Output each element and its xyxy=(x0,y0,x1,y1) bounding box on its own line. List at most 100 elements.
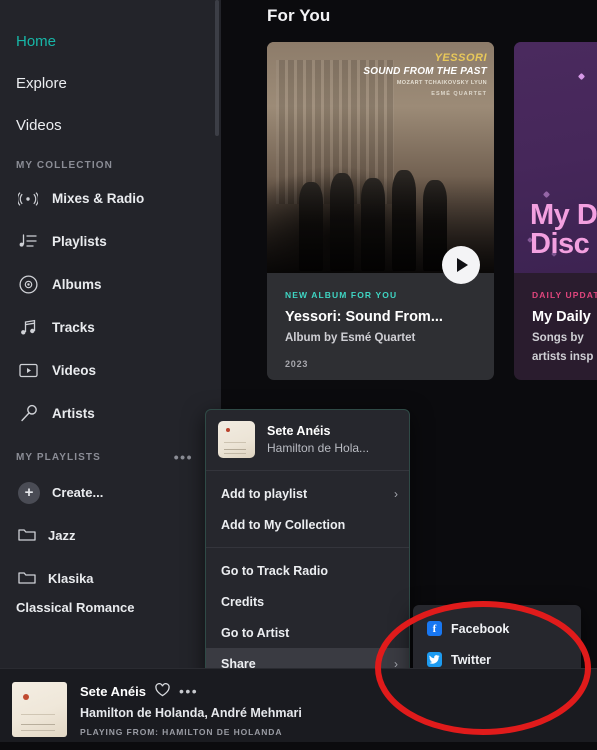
plus-circle-icon: + xyxy=(18,481,40,504)
track-context-menu: Sete Anéis Hamilton de Hola... Add to pl… xyxy=(205,409,410,680)
sidebar-item-label: Explore xyxy=(16,74,67,92)
cover-text: YESSORI SOUND FROM THE PAST MOZART TCHAI… xyxy=(363,52,487,97)
sidebar: Home Explore Videos MY COLLECTION Mixes … xyxy=(0,0,221,750)
share-item-label: Twitter xyxy=(451,652,492,667)
headline-line-2: Disc xyxy=(530,228,590,260)
disc-icon xyxy=(18,275,38,295)
sidebar-item-create-playlist[interactable]: + Create... xyxy=(0,471,221,514)
now-playing-artists: Hamilton de Holanda, André Mehmari xyxy=(80,705,302,720)
menu-item-label: Add to playlist xyxy=(221,486,308,501)
headline-line-1: My D xyxy=(530,199,597,231)
my-collection-label: MY COLLECTION xyxy=(16,160,113,171)
sidebar-item-home[interactable]: Home xyxy=(0,20,221,62)
folder-icon xyxy=(18,527,36,545)
card-eyebrow: DAILY UPDATE xyxy=(532,290,597,300)
card-title: Yessori: Sound From... xyxy=(285,309,443,325)
cover-line-1: YESSORI xyxy=(434,52,487,64)
radio-waves-icon xyxy=(18,189,38,209)
now-playing-info: Sete Anéis ••• Hamilton de Holanda, Andr… xyxy=(80,682,302,737)
menu-item-label: Add to My Collection xyxy=(221,517,346,532)
video-play-icon xyxy=(18,361,38,381)
sidebar-item-klasika[interactable]: Klasika xyxy=(0,557,221,600)
sidebar-item-label: Create... xyxy=(52,485,104,500)
card-subtitle: Album by Esmé Quartet xyxy=(285,332,416,344)
sidebar-item-label: Home xyxy=(16,32,57,50)
play-icon xyxy=(457,258,468,272)
facebook-icon: f xyxy=(427,621,442,636)
now-playing-artwork[interactable] xyxy=(12,682,67,737)
album-card-yessori[interactable]: YESSORI SOUND FROM THE PAST MOZART TCHAI… xyxy=(267,42,494,380)
album-art-thumbnail xyxy=(218,421,255,458)
share-item-label: Facebook xyxy=(451,621,510,636)
sidebar-item-artists[interactable]: Artists xyxy=(0,392,221,435)
quartet-figures xyxy=(298,169,462,271)
sidebar-scrollbar[interactable] xyxy=(215,0,219,136)
card-subtitle-2: artists insp xyxy=(532,351,594,363)
now-playing-title: Sete Anéis xyxy=(80,683,146,699)
now-playing-bar: Sete Anéis ••• Hamilton de Holanda, Andr… xyxy=(0,668,597,750)
menu-item-label: Go to Artist xyxy=(221,625,290,640)
sidebar-item-playlists[interactable]: Playlists xyxy=(0,220,221,263)
menu-item-add-to-my-collection[interactable]: Add to My Collection xyxy=(206,509,409,540)
sidebar-item-label: Jazz xyxy=(48,528,76,543)
daily-discovery-art: My D Disc xyxy=(514,42,597,273)
sidebar-item-explore[interactable]: Explore xyxy=(0,62,221,104)
my-playlists-header: MY PLAYLISTS ••• xyxy=(0,435,221,471)
context-menu-header: Sete Anéis Hamilton de Hola... xyxy=(206,410,409,470)
sparkle-icon xyxy=(542,190,551,199)
sidebar-item-jazz[interactable]: Jazz xyxy=(0,514,221,557)
folder-icon xyxy=(18,570,36,588)
card-eyebrow: NEW ALBUM FOR YOU xyxy=(285,290,398,300)
microphone-icon xyxy=(18,404,38,424)
sidebar-item-classical-romance[interactable]: Classical Romance xyxy=(0,600,221,615)
sidebar-item-tracks[interactable]: Tracks xyxy=(0,306,221,349)
menu-item-go-to-track-radio[interactable]: Go to Track Radio xyxy=(206,555,409,586)
sparkle-icon xyxy=(577,72,586,81)
chevron-right-icon: › xyxy=(394,625,398,640)
menu-item-label: Credits xyxy=(221,594,265,609)
playlist-note-icon xyxy=(18,232,38,252)
sidebar-item-videos-collection[interactable]: Videos xyxy=(0,349,221,392)
sidebar-item-label: Mixes & Radio xyxy=(52,191,145,206)
card-subtitle: Songs by xyxy=(532,332,584,344)
card-title: My Daily xyxy=(532,309,591,325)
bottom-edge xyxy=(0,742,597,750)
sidebar-item-label: Albums xyxy=(52,277,102,292)
menu-item-label: Go to Track Radio xyxy=(221,563,328,578)
music-note-icon xyxy=(18,318,38,338)
chevron-right-icon: › xyxy=(394,486,398,501)
context-track-title: Sete Anéis xyxy=(267,424,331,438)
daily-discovery-headline: My D Disc xyxy=(530,201,597,259)
sidebar-item-label: Tracks xyxy=(52,320,95,335)
playing-from-label: PLAYING FROM: HAMILTON DE HOLANDA xyxy=(80,726,283,737)
sidebar-item-label: Videos xyxy=(16,116,62,134)
more-dots-icon[interactable]: ••• xyxy=(179,683,198,699)
card-metadata: DAILY UPDATE My Daily Songs by artists i… xyxy=(514,273,597,363)
context-track-artist: Hamilton de Hola... xyxy=(267,441,370,455)
menu-item-credits[interactable]: Credits xyxy=(206,586,409,617)
menu-item-add-to-playlist[interactable]: Add to playlist › xyxy=(206,478,409,509)
album-card-my-daily-discovery[interactable]: My D Disc DAILY UPDATE My Daily Songs by… xyxy=(514,42,597,380)
my-collection-header: MY COLLECTION xyxy=(0,146,221,177)
cover-line-3: MOZART TCHAIKOVSKY LYUN xyxy=(396,80,487,86)
sidebar-item-videos[interactable]: Videos xyxy=(0,104,221,146)
sidebar-item-label: Videos xyxy=(52,363,97,378)
sidebar-item-label: Playlists xyxy=(52,234,107,249)
my-playlists-label: MY PLAYLISTS xyxy=(16,451,101,463)
album-cover-art: YESSORI SOUND FROM THE PAST MOZART TCHAI… xyxy=(267,42,494,273)
sidebar-item-albums[interactable]: Albums xyxy=(0,263,221,306)
card-year: 2023 xyxy=(285,359,309,369)
heart-outline-icon[interactable] xyxy=(155,682,170,700)
twitter-icon xyxy=(427,652,442,667)
card-metadata: NEW ALBUM FOR YOU Yessori: Sound From...… xyxy=(267,273,494,369)
sidebar-item-mixes-radio[interactable]: Mixes & Radio xyxy=(0,177,221,220)
page-title: For You xyxy=(267,6,331,25)
cover-line-2: SOUND FROM THE PAST xyxy=(363,66,487,77)
sidebar-item-label: Artists xyxy=(52,406,95,421)
cover-line-4: ESMÉ QUARTET xyxy=(431,91,487,97)
share-item-facebook[interactable]: f Facebook xyxy=(413,613,581,644)
sidebar-item-label: Klasika xyxy=(48,571,94,586)
menu-item-go-to-artist[interactable]: Go to Artist › xyxy=(206,617,409,648)
sidebar-primary-nav: Home Explore Videos xyxy=(0,0,221,146)
play-button[interactable] xyxy=(442,246,480,284)
